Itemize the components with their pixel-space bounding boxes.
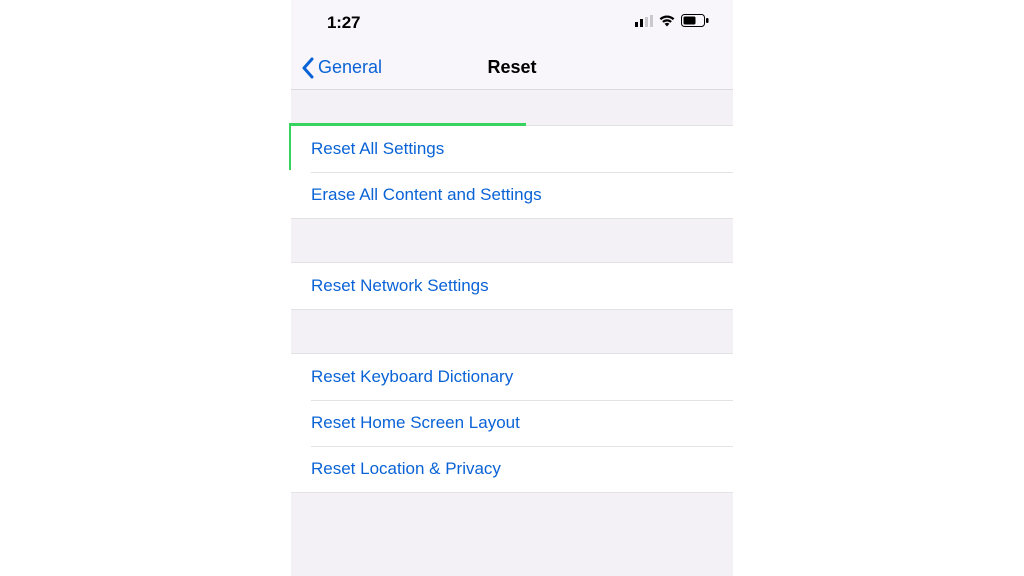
row-label: Reset Location & Privacy (311, 459, 501, 478)
chevron-left-icon (301, 57, 314, 79)
row-reset-network[interactable]: Reset Network Settings (291, 263, 733, 309)
row-label: Erase All Content and Settings (311, 185, 542, 204)
row-label: Reset Home Screen Layout (311, 413, 520, 432)
section-gap (291, 90, 733, 126)
status-icons (635, 14, 709, 32)
row-label: Reset Keyboard Dictionary (311, 367, 513, 386)
group-2: Reset Network Settings (291, 263, 733, 310)
row-label: Reset All Settings (311, 139, 444, 158)
status-bar: 1:27 (291, 0, 733, 46)
row-reset-location-privacy[interactable]: Reset Location & Privacy (291, 446, 733, 492)
row-reset-all-settings[interactable]: Reset All Settings (291, 126, 733, 172)
back-button[interactable]: General (301, 57, 382, 79)
row-reset-keyboard[interactable]: Reset Keyboard Dictionary (291, 354, 733, 400)
row-erase-all[interactable]: Erase All Content and Settings (291, 172, 733, 218)
battery-icon (681, 14, 709, 32)
group-3: Reset Keyboard Dictionary Reset Home Scr… (291, 354, 733, 493)
group-1: Reset All Settings Erase All Content and… (291, 126, 733, 219)
cellular-icon (635, 14, 653, 32)
section-gap (291, 310, 733, 354)
back-label: General (318, 57, 382, 78)
row-label: Reset Network Settings (311, 276, 489, 295)
section-gap (291, 219, 733, 263)
wifi-icon (658, 14, 676, 32)
status-time: 1:27 (327, 13, 360, 33)
section-gap (291, 493, 733, 576)
phone-frame: 1:27 (291, 0, 733, 576)
row-reset-home[interactable]: Reset Home Screen Layout (291, 400, 733, 446)
nav-bar: General Reset (291, 46, 733, 90)
